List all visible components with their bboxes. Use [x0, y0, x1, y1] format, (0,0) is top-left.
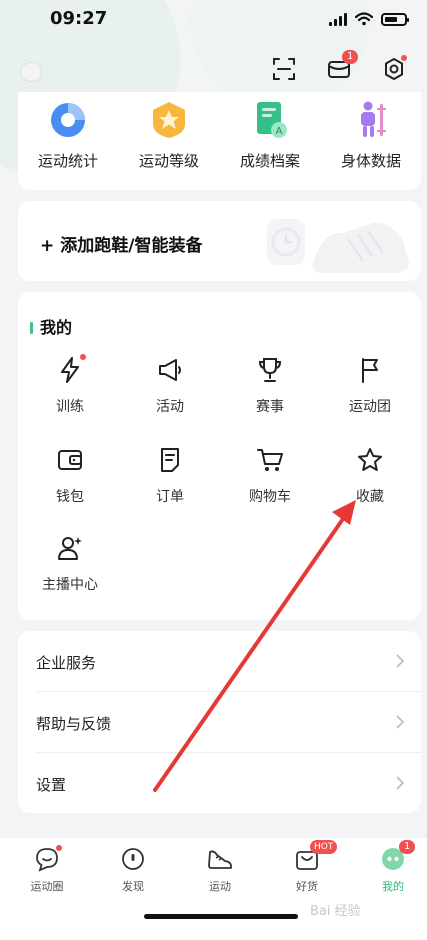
quick-item-label: 运动统计 [37, 152, 98, 170]
grid-item-label: 购物车 [249, 489, 291, 505]
quick-item-stats[interactable]: 运动统计 [18, 92, 118, 171]
wifi-icon [355, 12, 373, 26]
medal-icon [153, 102, 185, 138]
scan-icon[interactable] [271, 56, 297, 82]
status-bar: 09:27 [0, 0, 427, 40]
grid-item-label: 收藏 [356, 489, 384, 505]
add-gear-label: + 添加跑鞋/智能装备 [40, 231, 202, 256]
tab-discover[interactable]: 发现 [90, 846, 176, 894]
grid-item-label: 训练 [56, 399, 84, 415]
grid-item-label: 钱包 [56, 489, 84, 505]
grid-item-anchor-center[interactable]: 主播中心 [20, 534, 120, 594]
quick-item-label: 运动等级 [138, 152, 199, 170]
tab-moments[interactable]: 运动圈 [4, 845, 90, 894]
list-item-label: 企业服务 [36, 654, 97, 672]
section-title-text: 我的 [40, 318, 73, 337]
compass-icon [120, 846, 146, 872]
quick-entry-card: 运动统计 运动等级 A 成绩档案 身体数据 [18, 92, 421, 190]
quick-item-records[interactable]: A 成绩档案 [220, 92, 320, 171]
mine-card: 我的 训练 活动 赛事 运动团 钱包 订单 购物车 收藏 主播中心 [18, 292, 421, 620]
anchor-icon [58, 537, 82, 560]
profile-icon: 1 [380, 840, 416, 872]
battery-icon [381, 12, 409, 26]
star-icon [358, 448, 382, 471]
flag-icon [362, 358, 378, 383]
shoe-watch-decoration [267, 219, 409, 273]
signal-icon [329, 12, 347, 26]
shoe-icon [207, 846, 233, 872]
grid-item-wallet[interactable]: 钱包 [20, 446, 120, 506]
quick-item-level[interactable]: 运动等级 [119, 92, 219, 171]
add-gear-card[interactable]: + 添加跑鞋/智能装备 [18, 201, 421, 281]
grid-item-events[interactable]: 赛事 [220, 356, 320, 416]
megaphone-icon [159, 359, 181, 381]
svg-text:A: A [276, 126, 283, 137]
grid-item-orders[interactable]: 订单 [120, 446, 220, 506]
grid-item-label: 赛事 [256, 399, 284, 415]
order-icon [161, 448, 179, 472]
body-data-icon [361, 101, 386, 137]
settings-list-card: 企业服务 帮助与反馈 设置 [18, 631, 421, 813]
cart-icon [257, 449, 283, 471]
list-item-label: 帮助与反馈 [36, 715, 112, 733]
grid-item-label: 主播中心 [42, 577, 98, 593]
tab-label: 运动圈 [30, 880, 64, 893]
chevron-right-icon [396, 654, 405, 668]
tab-label: 运动 [209, 880, 231, 893]
tab-dot [56, 845, 62, 851]
title-accent [30, 321, 33, 334]
list-item-settings[interactable]: 设置 [18, 753, 421, 813]
wallet-icon [58, 450, 82, 470]
avatar[interactable] [20, 62, 42, 82]
tab-sport[interactable]: 运动 [177, 846, 263, 894]
home-indicator [144, 914, 298, 919]
status-icons [329, 12, 409, 26]
training-dot [80, 354, 86, 360]
chevron-right-icon [396, 715, 405, 729]
quick-item-label: 身体数据 [340, 152, 401, 170]
tab-mine[interactable]: 1 我的 [350, 840, 427, 894]
certificate-icon: A [257, 102, 287, 138]
tab-goods[interactable]: HOT 好货 [264, 840, 350, 894]
grid-item-cart[interactable]: 购物车 [220, 446, 320, 506]
list-item-help[interactable]: 帮助与反馈 [18, 692, 421, 752]
grid-item-label: 运动团 [349, 399, 391, 415]
mine-badge: 1 [399, 840, 416, 854]
grid-item-favorites[interactable]: 收藏 [320, 446, 420, 506]
grid-item-sports-team[interactable]: 运动团 [320, 356, 420, 416]
grid-item-label: 活动 [156, 399, 184, 415]
top-bar: 1 [0, 50, 427, 90]
message-button[interactable]: 1 [326, 50, 359, 82]
section-title: 我的 [30, 314, 72, 338]
quick-item-body[interactable]: 身体数据 [321, 92, 421, 171]
pie-chart-icon [51, 103, 85, 137]
tab-label: 发现 [122, 880, 144, 893]
shop-bag-icon: HOT [294, 840, 338, 872]
lightning-icon [61, 357, 79, 383]
add-gear-text: 添加跑鞋/智能装备 [60, 236, 203, 256]
chevron-right-icon [396, 776, 405, 790]
status-time: 09:27 [50, 8, 108, 29]
message-badge: 1 [342, 50, 359, 64]
tab-label: 好货 [296, 880, 318, 893]
chat-bubble-icon [34, 845, 62, 872]
tab-label: 我的 [382, 880, 404, 893]
hot-badge: HOT [310, 840, 338, 854]
settings-dot [401, 55, 407, 61]
grid-item-activity[interactable]: 活动 [120, 356, 220, 416]
watermark: Bai 经验 [310, 904, 361, 919]
trophy-icon [258, 358, 282, 382]
bottom-tab-bar: 运动圈 发现 运动 HOT 好货 1 我的 [0, 837, 427, 940]
list-item-label: 设置 [36, 776, 67, 794]
grid-item-training[interactable]: 训练 [20, 354, 120, 416]
settings-button[interactable] [381, 55, 407, 82]
list-item-enterprise[interactable]: 企业服务 [18, 631, 421, 691]
quick-item-label: 成绩档案 [239, 152, 300, 170]
plus-icon: + [40, 236, 55, 256]
grid-item-label: 订单 [156, 489, 184, 505]
